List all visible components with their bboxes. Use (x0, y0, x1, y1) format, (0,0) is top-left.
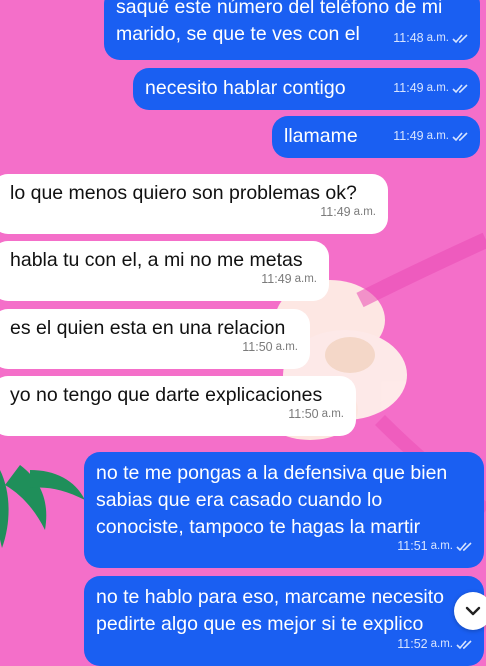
message-bubble[interactable]: lo que menos quiero son problemas ok? 11… (0, 174, 388, 234)
message-meta: 11:49 a.m. (320, 199, 376, 226)
message-ampm: a.m. (430, 540, 453, 552)
message-bubble[interactable]: yo no tengo que darte explicaciones 11:5… (0, 376, 356, 436)
message-meta: 11:52 a.m. (397, 631, 474, 658)
double-check-icon (456, 640, 472, 650)
message-bubble[interactable]: saqué este número del teléfono de mi mar… (104, 0, 480, 60)
message-meta: 11:50 a.m. (288, 401, 344, 428)
message-ampm: a.m. (321, 408, 344, 420)
message-bubble[interactable]: no te me pongas a la defensiva que bien … (84, 452, 484, 568)
message-text: no te hablo para eso, marcame necesito p… (96, 586, 444, 635)
message-meta: 11:49 a.m. (393, 123, 470, 150)
message-time: 11:52 (397, 637, 428, 651)
message-time: 11:49 (393, 81, 424, 95)
message-time: 11:50 (288, 407, 319, 421)
message-meta: 11:48 a.m. (393, 25, 470, 52)
message-text: no te me pongas a la defensiva que bien … (96, 462, 448, 538)
message-time: 11:49 (320, 205, 351, 219)
message-meta: 11:50 a.m. (242, 334, 298, 361)
message-bubble[interactable]: es el quien esta en una relacion 11:50 a… (0, 309, 310, 369)
message-bubble[interactable]: llamame 11:49 a.m. (272, 116, 480, 158)
message-meta: 11:51 a.m. (397, 533, 474, 560)
message-ampm: a.m. (426, 130, 449, 142)
message-time: 11:49 (393, 129, 424, 143)
message-ampm: a.m. (294, 273, 317, 285)
double-check-icon (452, 84, 468, 94)
message-bubble[interactable]: habla tu con el, a mi no me metas 11:49 … (0, 241, 329, 301)
message-ampm: a.m. (426, 32, 449, 44)
double-check-icon (452, 34, 468, 44)
message-meta: 11:49 a.m. (393, 75, 470, 102)
message-ampm: a.m. (275, 341, 298, 353)
message-time: 11:48 (393, 31, 424, 45)
message-bubble[interactable]: no te hablo para eso, marcame necesito p… (84, 576, 484, 666)
chevron-down-icon (465, 606, 481, 616)
message-ampm: a.m. (426, 82, 449, 94)
double-check-icon (456, 542, 472, 552)
message-meta: 11:49 a.m. (261, 266, 317, 293)
message-ampm: a.m. (430, 638, 453, 650)
double-check-icon (452, 132, 468, 142)
message-bubble[interactable]: necesito hablar contigo 11:49 a.m. (133, 68, 480, 110)
message-time: 11:51 (397, 539, 428, 553)
scroll-to-bottom-button[interactable] (454, 592, 486, 630)
message-ampm: a.m. (353, 206, 376, 218)
message-time: 11:49 (261, 272, 292, 286)
message-time: 11:50 (242, 340, 273, 354)
